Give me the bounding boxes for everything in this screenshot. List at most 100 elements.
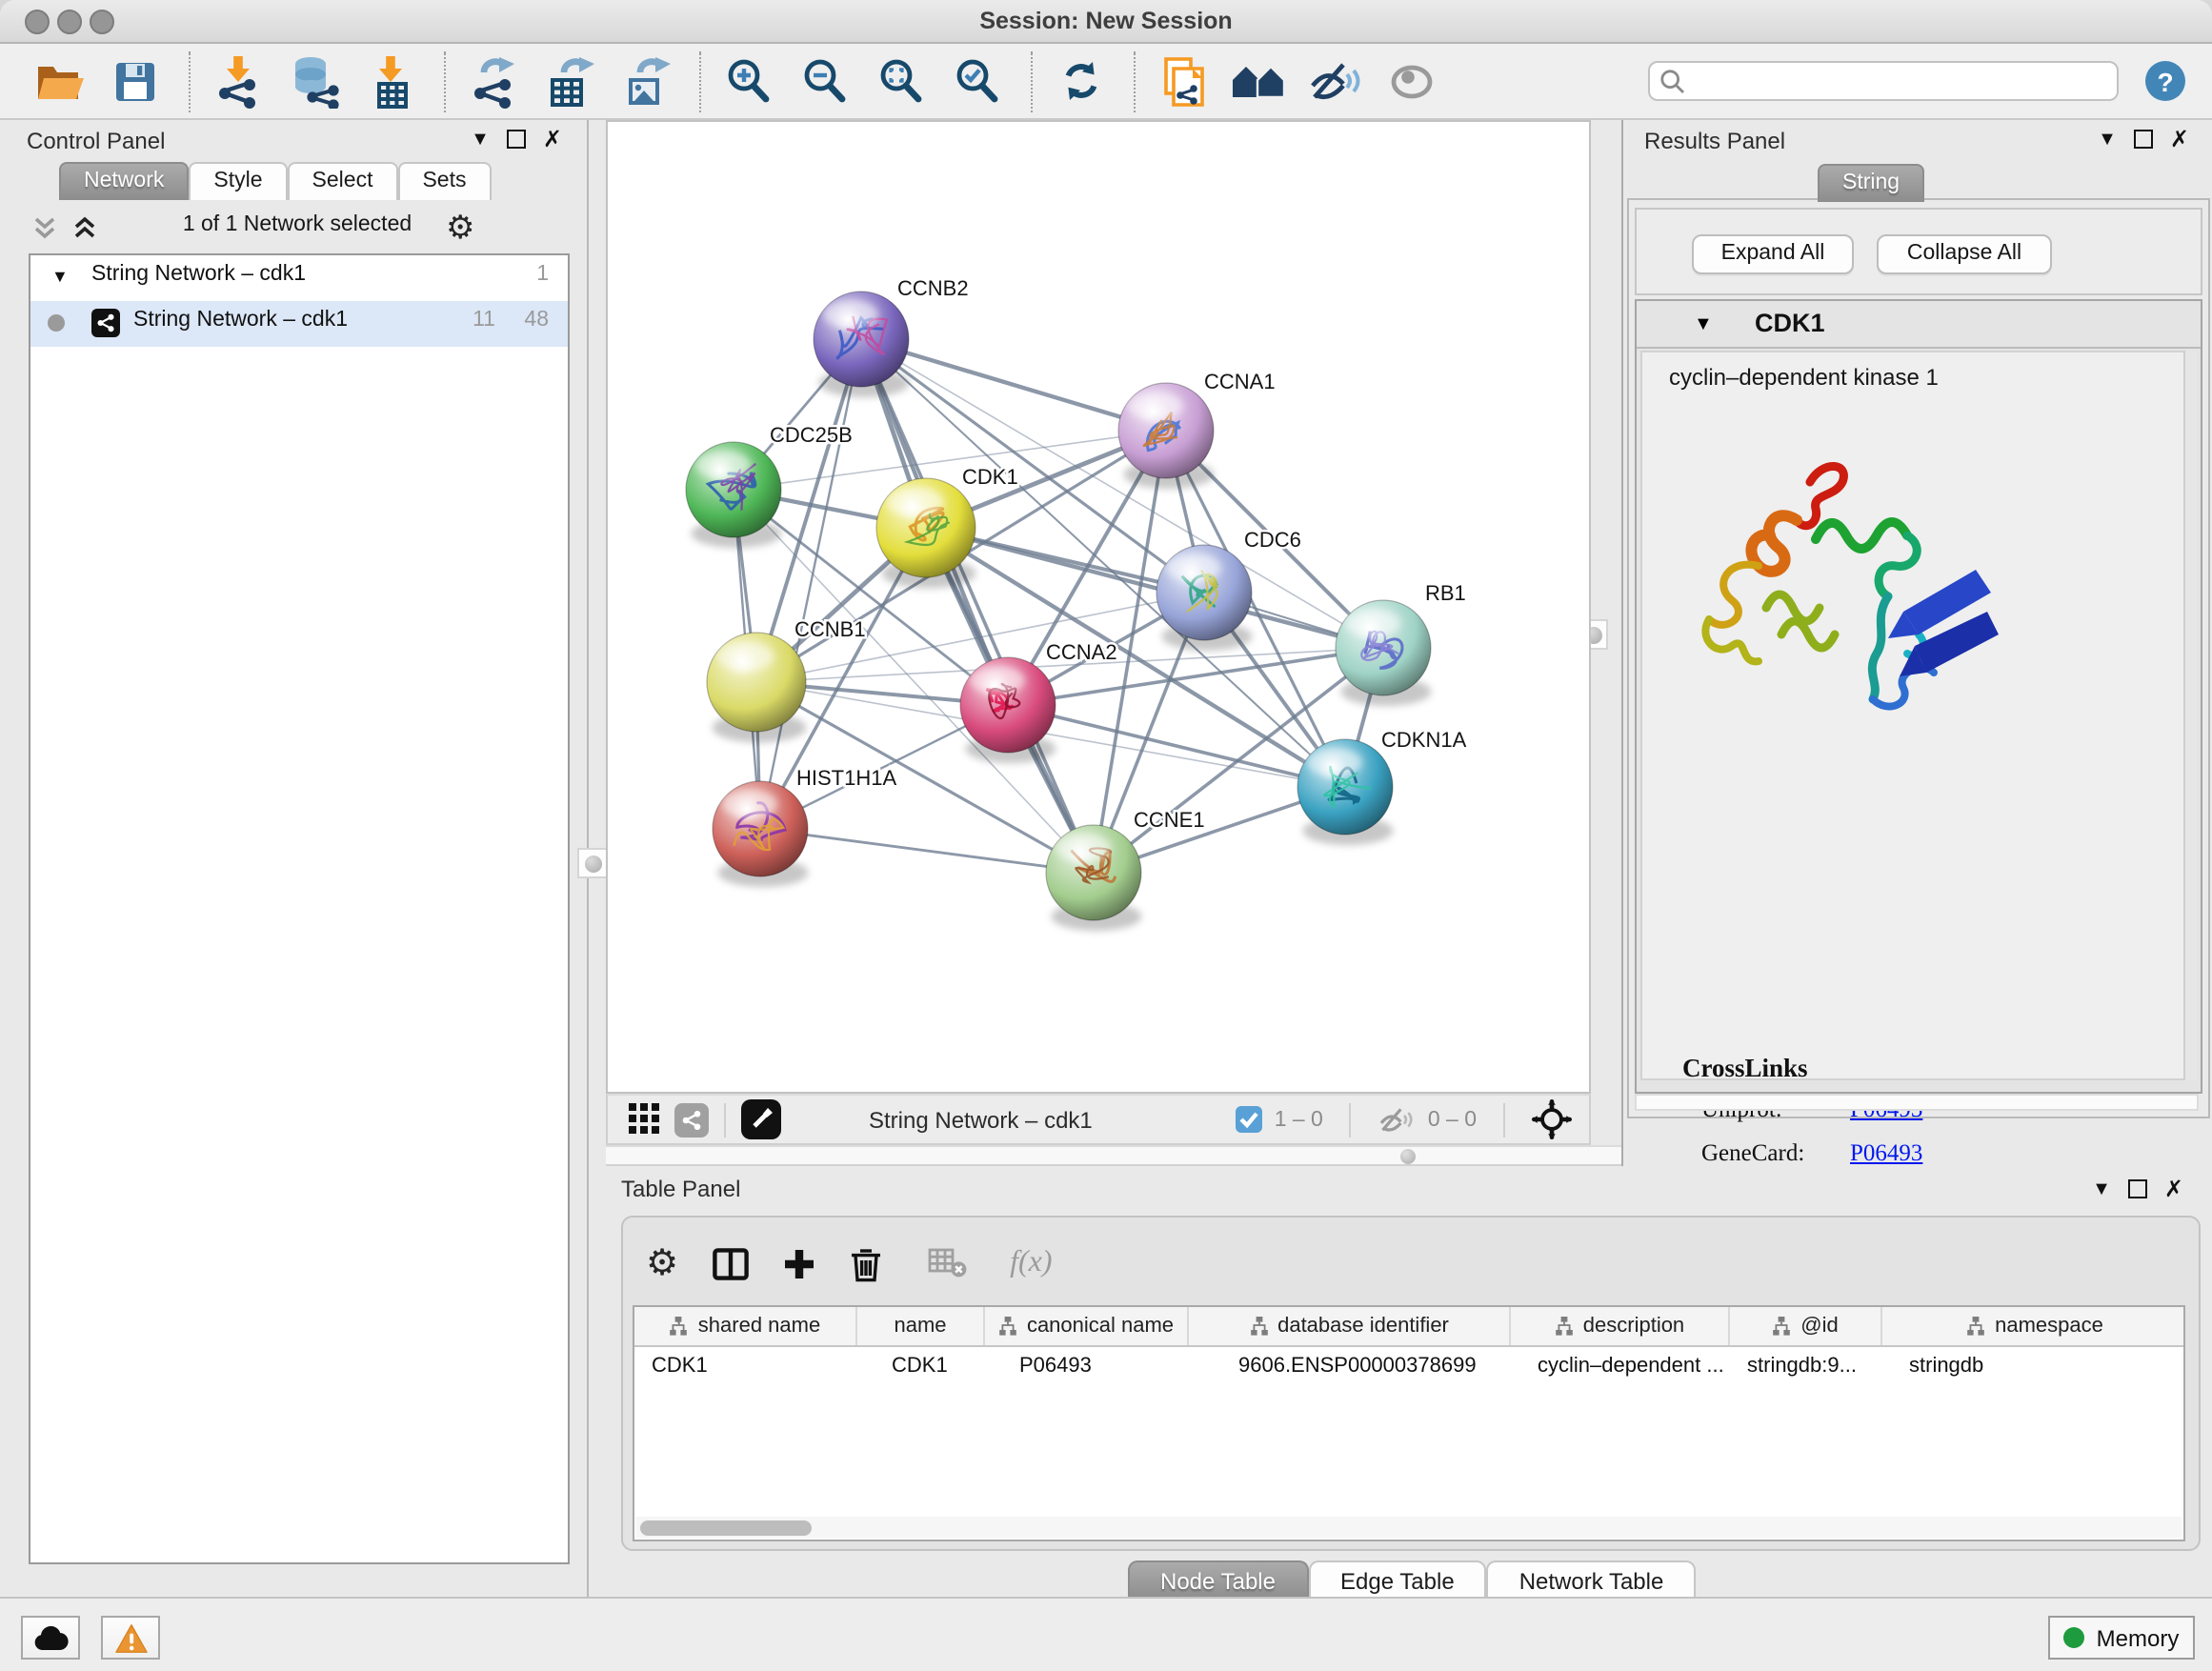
warning-button[interactable] (101, 1616, 160, 1660)
results-horizontal-scrollbar[interactable] (1635, 1094, 2199, 1111)
memory-button[interactable]: Memory (2048, 1616, 2195, 1660)
tab-edge-table[interactable]: Edge Table (1308, 1560, 1487, 1601)
network-edge[interactable] (861, 339, 1094, 873)
import-table-file-button[interactable] (362, 52, 419, 110)
network-edge[interactable] (926, 528, 1383, 648)
network-row-selected[interactable]: String Network – cdk1 11 48 (30, 301, 568, 347)
tab-string[interactable]: String (1818, 164, 1924, 202)
zoom-fit-button[interactable] (873, 52, 930, 110)
network-view-canvas[interactable]: CCNB2CCNA1CDC25BCDK1CDC6RB1CCNB1CCNA2CDK… (606, 120, 1591, 1094)
network-edge-count: 48 (524, 309, 549, 332)
node-label: CCNA1 (1204, 370, 1276, 393)
control-panel-header-icons: ▼ ✗ (471, 120, 562, 158)
show-all-networks-button[interactable] (1231, 52, 1288, 110)
delete-column-button[interactable] (850, 1245, 882, 1281)
zoom-selected-button[interactable] (949, 52, 1006, 110)
node-gloss-highlight (695, 451, 751, 479)
window-title: Session: New Session (0, 0, 2212, 42)
panel-float-icon[interactable] (2128, 1179, 2147, 1198)
column-header[interactable]: database identifier (1189, 1307, 1511, 1345)
birdseye-view-button[interactable] (741, 1099, 781, 1139)
collapse-all-button[interactable]: Collapse All (1877, 234, 2052, 274)
scrollbar-thumb[interactable] (640, 1520, 812, 1535)
panel-close-icon[interactable]: ✗ (543, 126, 562, 152)
node-label: CCNB2 (897, 276, 969, 300)
tab-sets[interactable]: Sets (397, 162, 491, 200)
help-button[interactable]: ? (2145, 61, 2185, 101)
search-input[interactable] (1648, 61, 2119, 101)
splitter-handle-dot[interactable] (1400, 1149, 1416, 1164)
crosslinks-title: CrossLinks (1682, 1054, 1808, 1084)
toolbar-separator (1134, 50, 1137, 111)
hide-selected-button[interactable] (1307, 52, 1364, 110)
table-horizontal-scrollbar[interactable] (636, 1517, 2182, 1538)
selected-checkbox-icon[interactable] (1235, 1105, 1263, 1134)
tab-network[interactable]: Network (59, 162, 189, 200)
network-collection-row[interactable]: ▼ String Network – cdk1 1 (30, 255, 568, 301)
center-view-crosshair-icon[interactable] (1532, 1099, 1572, 1139)
column-header[interactable]: shared name (634, 1307, 857, 1345)
add-column-button[interactable] (783, 1247, 815, 1279)
save-session-button[interactable] (107, 52, 164, 110)
tab-node-table[interactable]: Node Table (1128, 1560, 1308, 1601)
toolbar-separator (1031, 50, 1035, 111)
left-splitter-handle[interactable] (577, 848, 608, 878)
tree-expand-arrow-icon[interactable]: ▼ (51, 267, 69, 286)
table-type-tabs: Node TableEdge TableNetwork Table (1128, 1560, 1696, 1601)
column-header[interactable]: description (1511, 1307, 1730, 1345)
zoom-selected-icon (953, 56, 1002, 106)
delete-table-button-disabled (928, 1248, 968, 1278)
grid-view-button[interactable] (629, 1103, 661, 1136)
column-header[interactable]: @id (1730, 1307, 1882, 1345)
expand-all-button[interactable]: Expand All (1692, 234, 1854, 274)
crosslink-link[interactable]: P06493 (1850, 1139, 1922, 1168)
cloud-icon (32, 1624, 69, 1651)
node-label: CDKN1A (1381, 728, 1467, 752)
column-header[interactable]: name (857, 1307, 985, 1345)
cloud-button[interactable] (21, 1616, 80, 1660)
network-share-view-button[interactable] (674, 1102, 709, 1137)
show-hidden-button[interactable] (1383, 52, 1440, 110)
table-header-row: shared name name canonical name database… (634, 1307, 2183, 1347)
save-icon (112, 58, 158, 104)
panel-close-icon[interactable]: ✗ (2164, 1176, 2183, 1202)
column-header[interactable]: namespace (1882, 1307, 2185, 1345)
open-session-button[interactable] (30, 52, 88, 110)
import-table-icon (368, 54, 413, 108)
export-table-button[interactable] (541, 52, 598, 110)
cdk1-section-header[interactable]: ▼ CDK1 (1637, 301, 2201, 349)
tab-style[interactable]: Style (189, 162, 287, 200)
table-options-gear-icon[interactable]: ⚙ (646, 1245, 678, 1281)
zoom-out-button[interactable] (796, 52, 854, 110)
node-label: CCNE1 (1134, 808, 1205, 832)
node-label: HIST1H1A (796, 766, 896, 790)
panel-collapse-icon[interactable]: ▼ (471, 129, 490, 150)
memory-status-dot (2064, 1627, 2085, 1648)
import-network-file-button[interactable] (210, 52, 267, 110)
zoom-in-button[interactable] (720, 52, 777, 110)
panel-close-icon[interactable]: ✗ (2170, 126, 2189, 152)
tab-select[interactable]: Select (288, 162, 398, 200)
help-question-mark: ? (2157, 66, 2173, 96)
panel-collapse-icon[interactable]: ▼ (2092, 1178, 2111, 1199)
network-edge[interactable] (760, 339, 861, 829)
panel-collapse-icon[interactable]: ▼ (2098, 129, 2117, 150)
network-edge[interactable] (760, 829, 1094, 873)
import-network-database-button[interactable] (286, 52, 343, 110)
show-columns-button[interactable] (713, 1247, 749, 1279)
expand-collapse-box: Expand All Collapse All (1635, 208, 2202, 295)
export-network-button[interactable] (465, 52, 522, 110)
column-header[interactable]: canonical name (985, 1307, 1189, 1345)
section-collapse-arrow-icon[interactable]: ▼ (1694, 314, 1713, 335)
node-gloss-highlight (722, 790, 777, 818)
network-options-gear-icon[interactable]: ⚙ (446, 211, 475, 244)
panel-float-icon[interactable] (2134, 130, 2153, 149)
results-vertical-scrollbar[interactable] (2183, 351, 2197, 1080)
table-row[interactable]: CDK1 CDK1 P06493 9606.ENSP00000378699 cy… (634, 1347, 2183, 1383)
tab-network-table[interactable]: Network Table (1487, 1560, 1697, 1601)
panel-float-icon[interactable] (507, 130, 526, 149)
table-panel-header-icons: ▼ ✗ (2092, 1170, 2183, 1208)
network-from-clipboard-button[interactable] (1155, 52, 1212, 110)
refresh-button[interactable] (1052, 52, 1109, 110)
export-image-button[interactable] (617, 52, 674, 110)
